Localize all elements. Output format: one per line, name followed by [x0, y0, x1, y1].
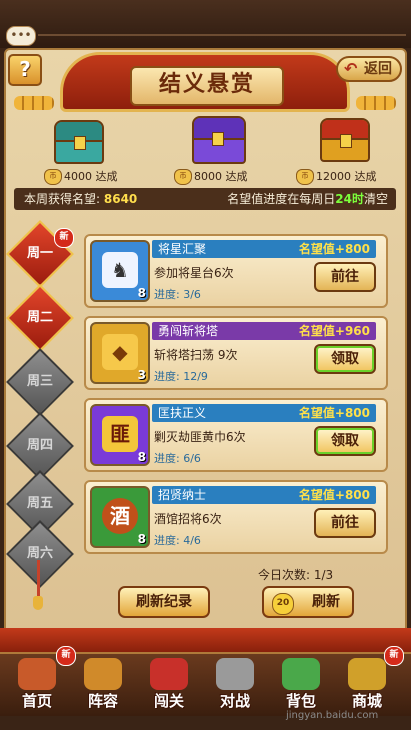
quest-card: ♞ 8 将星汇聚 名望值+800 参加将星台6次 进度: 3/6 前往	[84, 234, 388, 308]
quest-progress: 进度: 4/6	[154, 534, 201, 547]
new-badge: 新	[384, 646, 404, 666]
refresh-log-button[interactable]: 刷新纪录	[118, 586, 210, 618]
coins-decoration-right	[356, 96, 396, 110]
chest-label: 币 4000 达成	[44, 168, 118, 185]
daily-count: 今日次数: 1/3	[258, 568, 334, 582]
reward-chests: 币 4000 达成 币 8000 达成 币 12000 达成	[14, 116, 394, 188]
shop-icon	[348, 658, 386, 690]
quest-description: 参加将星台6次	[154, 266, 234, 280]
quest-title-bar: 将星汇聚 名望值+800	[152, 240, 376, 258]
day-tabs: 周一 新 周二 周三 周四 周五 周六	[6, 220, 74, 604]
back-arrow-icon: ↶	[344, 59, 358, 78]
gold-coin-icon: 20	[272, 593, 294, 615]
quest-title-bar: 匡扶正义 名望值+800	[152, 404, 376, 422]
reset-notice: 名望值进度在每周日24时清空	[227, 192, 388, 206]
quest-description: 酒馆招将6次	[154, 512, 222, 526]
tab-wednesday[interactable]: 周三	[6, 348, 74, 416]
quest-card: 酒 8 招贤纳士 名望值+800 酒馆招将6次 进度: 4/6 前往	[84, 480, 388, 554]
quest-title-bar: 招贤纳士 名望值+800	[152, 486, 376, 504]
chest-icon[interactable]	[192, 116, 246, 164]
money-bag-icon: 币	[44, 169, 62, 185]
bottom-nav: 首页 新 阵容 闯关 对战 背包 商城 新	[0, 646, 411, 716]
quest-card: ◆ 3 勇闯斩将塔 名望值+960 斩将塔扫荡 9次 进度: 12/9 领取	[84, 316, 388, 390]
nav-lineup[interactable]: 阵容	[72, 658, 134, 714]
claim-button[interactable]: 领取	[314, 344, 376, 374]
chest-label: 币 8000 达成	[174, 168, 248, 185]
quest-title-bar: 勇闯斩将塔 名望值+960	[152, 322, 376, 340]
refresh-button[interactable]: 20 刷新	[262, 586, 354, 618]
quest-progress: 进度: 12/9	[154, 370, 208, 383]
horse-icon: ♞ 8	[90, 240, 150, 302]
wine-jar-icon: 酒 8	[90, 486, 150, 548]
tassel-decoration	[33, 596, 43, 610]
page-title: 结义悬赏	[130, 66, 284, 106]
money-bag-icon: 币	[174, 169, 192, 185]
goto-button[interactable]: 前往	[314, 262, 376, 292]
new-badge: 新	[54, 228, 74, 248]
nav-battle[interactable]: 对战	[204, 658, 266, 714]
chest-label: 币 12000 达成	[296, 168, 377, 185]
tab-saturday[interactable]: 周六	[6, 520, 74, 588]
refresh-button-label: 刷新	[312, 594, 340, 610]
chat-bubble-icon[interactable]: •••	[6, 26, 36, 46]
chat-input-line[interactable]	[38, 34, 406, 36]
claim-button[interactable]: 领取	[314, 426, 376, 456]
quest-description: 剿灭劫匪黄巾6次	[154, 430, 246, 444]
nav-bag[interactable]: 背包	[270, 658, 332, 714]
golden-chest-icon: ◆ 3	[90, 322, 150, 384]
fame-info-bar: 本周获得名望: 8640 名望值进度在每周日24时清空	[14, 188, 396, 210]
bandit-token-icon: 匪 8	[90, 404, 150, 466]
coins-decoration-left	[14, 96, 54, 110]
quest-description: 斩将塔扫荡 9次	[154, 348, 238, 362]
lineup-icon	[84, 658, 122, 690]
stage-icon	[150, 658, 188, 690]
quest-progress: 进度: 3/6	[154, 288, 201, 301]
nav-stage[interactable]: 闯关	[138, 658, 200, 714]
quest-card: 匪 8 匡扶正义 名望值+800 剿灭劫匪黄巾6次 进度: 6/6 领取	[84, 398, 388, 472]
battle-icon	[216, 658, 254, 690]
watermark: jingyan.baidu.com	[286, 710, 379, 721]
goto-button[interactable]: 前往	[314, 508, 376, 538]
back-button[interactable]: ↶ 返回	[336, 56, 402, 82]
chest-icon[interactable]	[320, 118, 370, 162]
home-icon	[18, 658, 56, 690]
nav-shop[interactable]: 商城	[336, 658, 398, 714]
help-button[interactable]: ?	[8, 54, 42, 86]
back-button-label: 返回	[364, 61, 392, 77]
bag-icon	[282, 658, 320, 690]
chest-icon[interactable]	[54, 120, 104, 164]
top-bar	[0, 0, 411, 48]
tab-tuesday[interactable]: 周二	[6, 284, 74, 352]
weekly-fame: 本周获得名望: 8640	[24, 192, 138, 206]
quest-progress: 进度: 6/6	[154, 452, 201, 465]
rope-decoration	[37, 560, 40, 600]
nav-home[interactable]: 首页	[6, 658, 68, 714]
money-bag-icon: 币	[296, 169, 314, 185]
